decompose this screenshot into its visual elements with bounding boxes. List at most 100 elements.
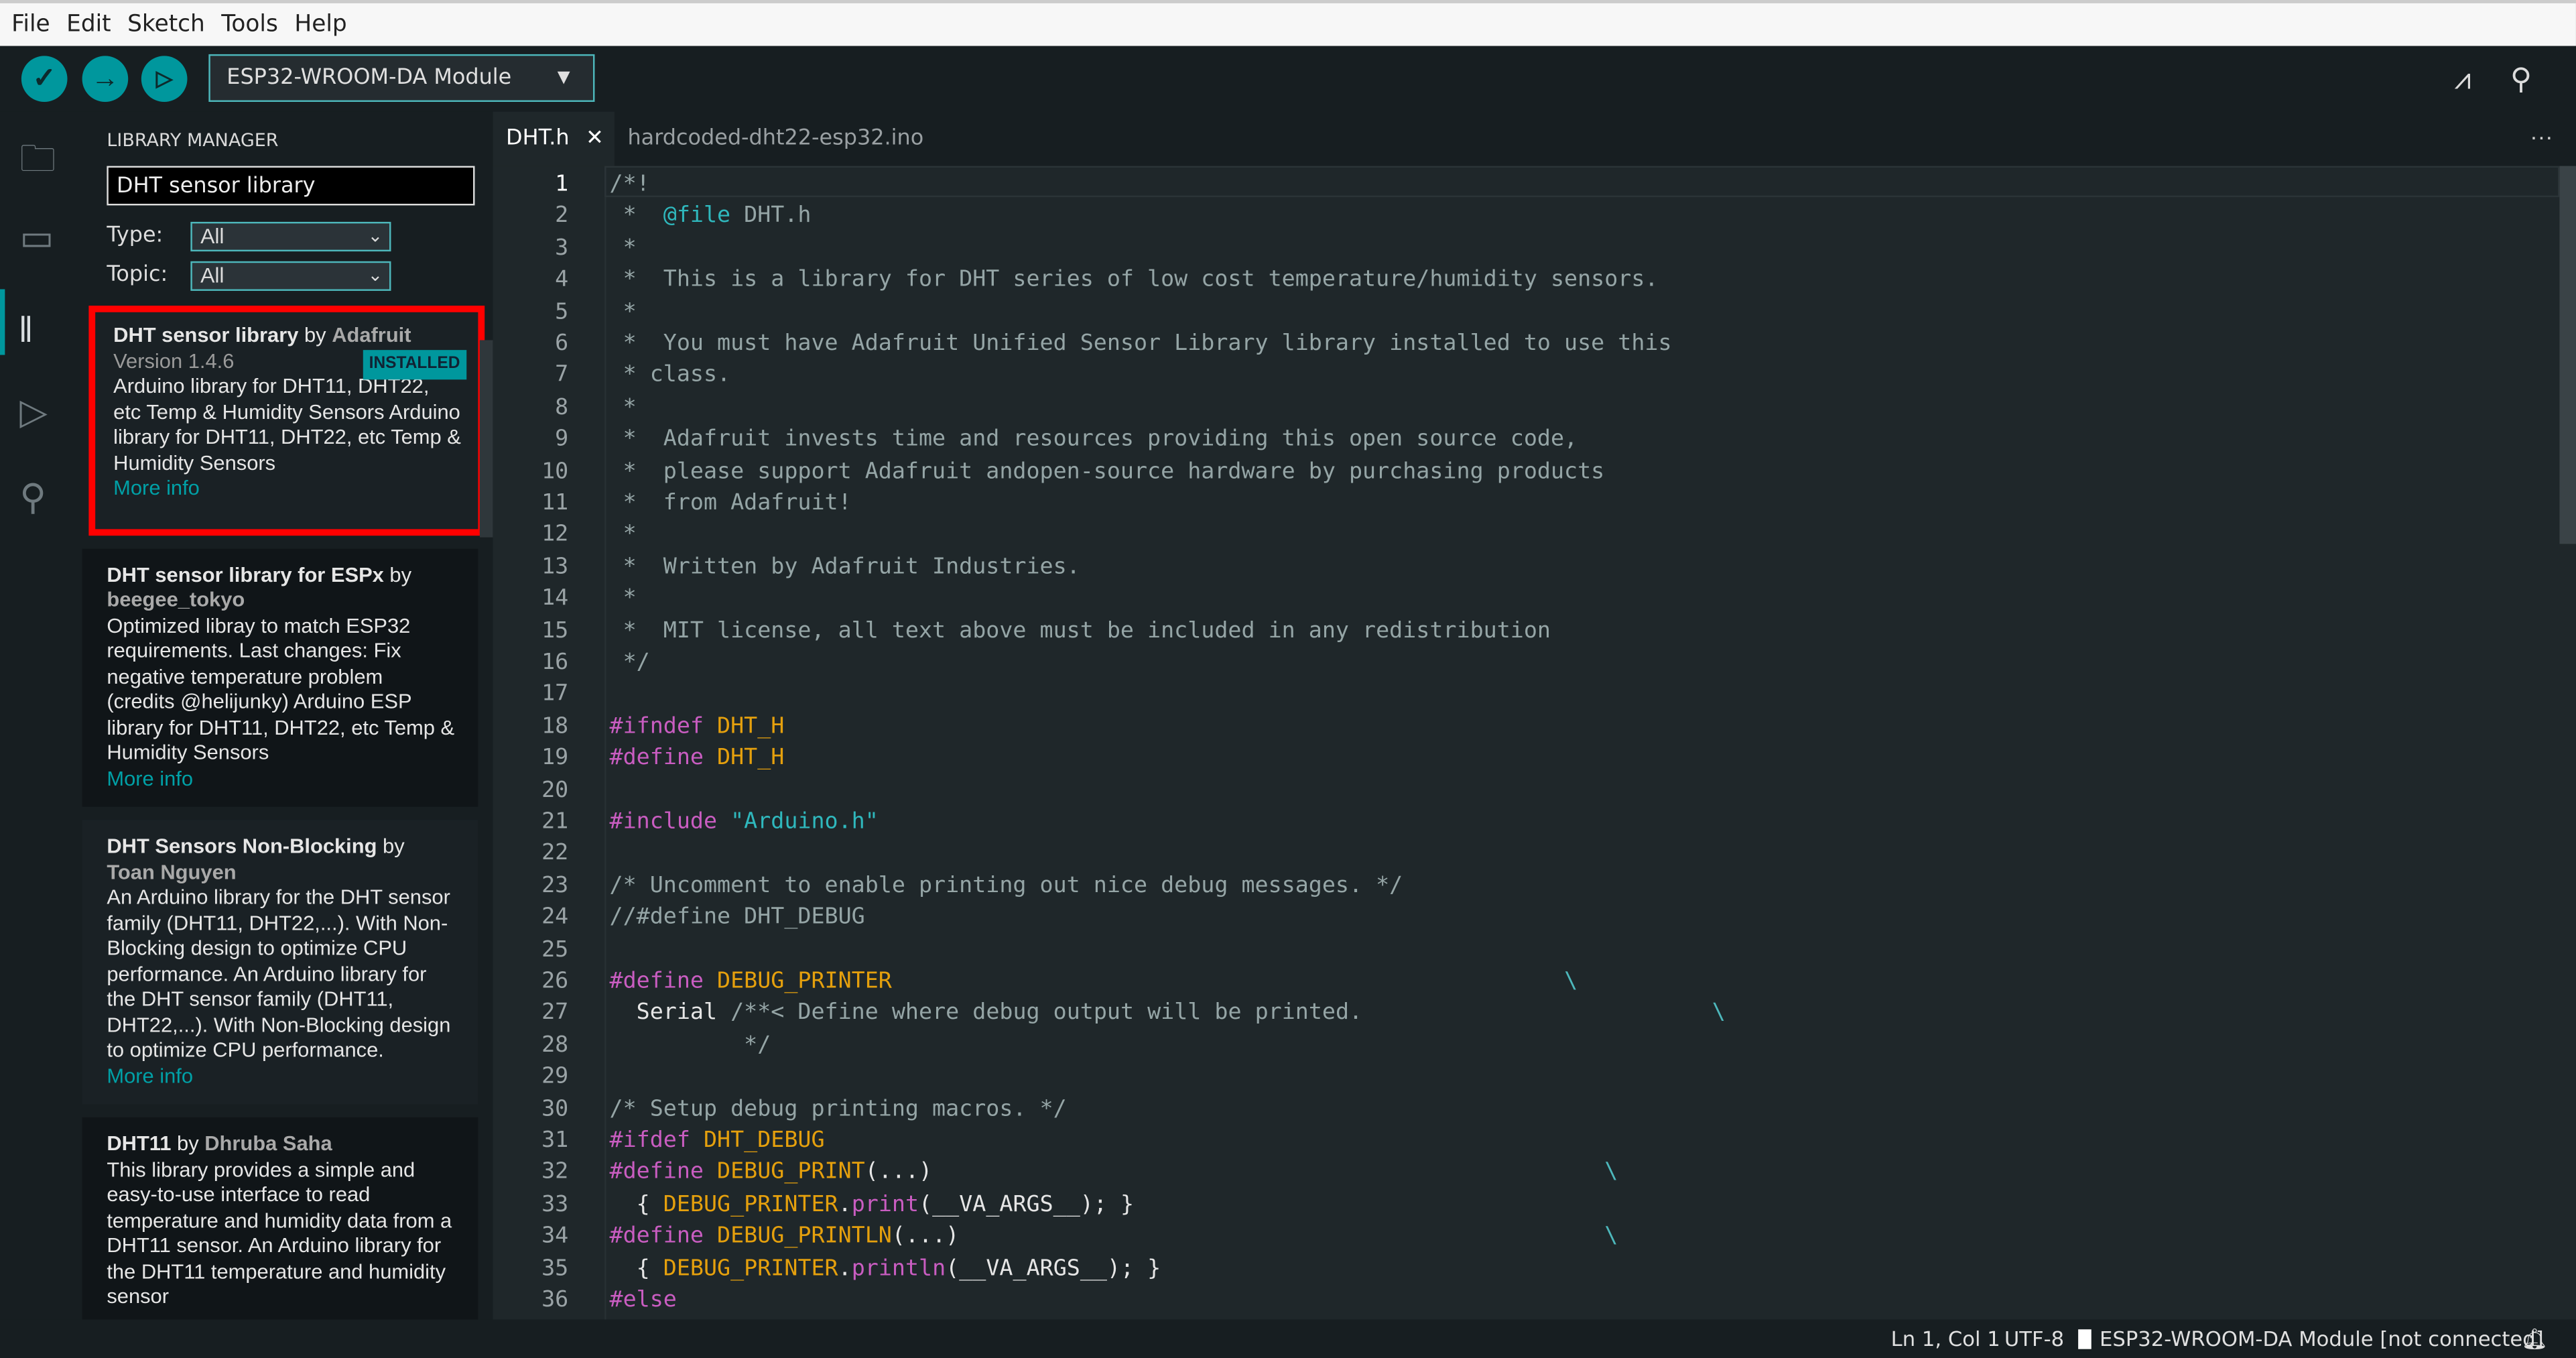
- library-description: Optimized libray to match ESP32 requirem…: [107, 613, 455, 764]
- library-item[interactable]: DHT11 by Dhruba Saha This library provid…: [82, 1117, 478, 1320]
- line-number: 29: [541, 1063, 569, 1090]
- encoding[interactable]: UTF-8: [2004, 1326, 2064, 1351]
- board-status[interactable]: ESP32-WROOM-DA Module [not connected]: [2100, 1326, 2544, 1351]
- more-info-link[interactable]: More info: [107, 1064, 455, 1089]
- folder-icon[interactable]: 🗀: [19, 131, 56, 194]
- code-token: */: [609, 1032, 771, 1058]
- line-number: 23: [541, 872, 569, 899]
- code-token: {: [609, 1254, 663, 1282]
- cursor-position[interactable]: Ln 1, Col 1: [1891, 1326, 2000, 1351]
- code-token: *: [609, 585, 637, 612]
- code-line: /* Uncomment to enable printing out nice…: [610, 872, 1403, 898]
- type-select[interactable]: All ⌄: [190, 221, 391, 252]
- line-number: 28: [541, 1032, 569, 1058]
- code-line: #define DEBUG_PRINT(...) \: [610, 1159, 1618, 1185]
- library-scrollbar[interactable]: [479, 340, 493, 538]
- line-number: 18: [541, 713, 569, 739]
- library-item[interactable]: DHT sensor library for ESPx by beegee_to…: [82, 548, 478, 807]
- library-author: Toan Nguyen: [107, 860, 237, 883]
- library-search-input[interactable]: DHT sensor library: [107, 166, 475, 206]
- code-line: *: [610, 298, 637, 324]
- line-number: 4: [555, 266, 569, 293]
- code-token: (...): [864, 1159, 933, 1186]
- line-number: 11: [541, 489, 569, 516]
- code-line: * You must have Adafruit Unified Sensor …: [610, 330, 1672, 357]
- search-icon[interactable]: ⚲: [19, 477, 46, 519]
- line-number: 12: [541, 521, 569, 548]
- menu-sketch[interactable]: Sketch: [127, 11, 205, 38]
- board-status-icon: [2078, 1329, 2091, 1349]
- code-token: * Adafruit invests time and resources pr…: [609, 426, 1578, 452]
- menu-file[interactable]: File: [11, 11, 50, 38]
- code-area[interactable]: 1 /*! 2 * @file DHT.h 3 * 4 * This is a libr…: [493, 166, 2560, 1320]
- board-selector[interactable]: ESP32-WROOM-DA Module ▼: [208, 54, 595, 102]
- status-bar: Ln 1, Col 1 UTF-8 ESP32-WROOM-DA Module …: [0, 1319, 2576, 1357]
- menu-bar: File Edit Sketch Tools Help: [0, 0, 2576, 46]
- bell-icon[interactable]: 🔔︎: [2522, 1326, 2548, 1352]
- code-token: "Arduino.h": [730, 808, 879, 835]
- menu-tools[interactable]: Tools: [221, 11, 278, 38]
- line-number: 25: [541, 936, 569, 963]
- topic-select[interactable]: All ⌄: [190, 261, 391, 291]
- library-item[interactable]: DHT sensor library by Adafruit Version 1…: [88, 305, 485, 535]
- upload-button[interactable]: →: [82, 56, 129, 102]
- topic-label: Topic:: [107, 263, 168, 288]
- library-name: DHT sensor library: [113, 323, 299, 347]
- code-token: DEBUG_PRINTER: [663, 1190, 838, 1218]
- debug-icon[interactable]: ▷: [19, 391, 47, 434]
- plotter-icon[interactable]: ⩘: [2455, 62, 2471, 97]
- more-info-link[interactable]: More info: [113, 477, 462, 502]
- library-name: DHT11: [107, 1132, 172, 1156]
- library-name: DHT sensor library for ESPx: [107, 562, 384, 586]
- library-description: An Arduino library for the DHT sensor fa…: [107, 885, 451, 1062]
- code-token: *: [609, 202, 663, 229]
- debug-button[interactable]: ▷: [141, 56, 188, 102]
- menu-edit[interactable]: Edit: [66, 11, 111, 38]
- code-line: *: [610, 585, 637, 611]
- more-info-link[interactable]: More info: [107, 767, 455, 792]
- code-token: /* Uncomment to enable printing out nice…: [609, 872, 1403, 899]
- code-token: @file: [663, 202, 731, 229]
- code-token: DHT_H: [717, 713, 785, 739]
- tab-sketch[interactable]: hardcoded-dht22-esp32.ino: [627, 112, 923, 166]
- code-token: (__VA_ARGS__); }: [946, 1254, 1161, 1282]
- editor-scrollbar[interactable]: [2559, 166, 2576, 544]
- board-manager-icon[interactable]: ▭: [19, 217, 54, 260]
- close-icon[interactable]: ✕: [586, 127, 604, 151]
- code-line: * Written by Adafruit Industries.: [610, 554, 1080, 580]
- code-token: *: [609, 298, 637, 325]
- menu-help[interactable]: Help: [294, 11, 346, 38]
- library-list: DHT sensor library by Adafruit Version 1…: [82, 305, 485, 1320]
- line-number: 16: [541, 649, 569, 676]
- line-number: 30: [541, 1095, 569, 1122]
- tab-label: hardcoded-dht22-esp32.ino: [627, 126, 924, 151]
- code-token: DEBUG_PRINTER: [663, 1254, 838, 1282]
- code-token: * please support Adafruit andopen-source…: [609, 457, 1605, 485]
- line-number: 9: [555, 426, 569, 452]
- current-line-highlight: [604, 166, 2560, 198]
- by-label: by: [304, 323, 326, 347]
- line-number: 36: [541, 1286, 569, 1313]
- library-icon[interactable]: 𝍪: [19, 302, 31, 365]
- serial-monitor-icon[interactable]: ⚲: [2510, 62, 2532, 97]
- line-number: 6: [555, 330, 569, 357]
- code-token: #include: [609, 808, 731, 835]
- line-number: 31: [541, 1127, 569, 1154]
- code-token: #define: [609, 1159, 718, 1186]
- code-line: #ifndef DHT_H: [610, 713, 785, 739]
- tab-dht-h[interactable]: DHT.h ✕: [493, 111, 615, 166]
- code-line: Serial /**< Define where debug output wi…: [610, 999, 1726, 1026]
- code-token: print: [851, 1190, 919, 1218]
- code-token: {: [609, 1190, 663, 1218]
- library-item[interactable]: DHT Sensors Non-Blocking by Toan Nguyen …: [82, 820, 478, 1105]
- code-line: * please support Adafruit andopen-source…: [610, 458, 1605, 484]
- code-line: * Adafruit invests time and resources pr…: [610, 426, 1578, 452]
- line-number: 34: [541, 1223, 569, 1249]
- by-label: by: [177, 1132, 199, 1156]
- library-description: Arduino library for DHT11, DHT22, etc Te…: [113, 374, 461, 475]
- ellipsis-icon[interactable]: ···: [2530, 123, 2553, 149]
- verify-button[interactable]: ✓: [21, 56, 68, 102]
- installed-badge: INSTALLED: [362, 350, 467, 379]
- code-token: #define: [609, 967, 718, 995]
- line-number: 33: [541, 1190, 569, 1218]
